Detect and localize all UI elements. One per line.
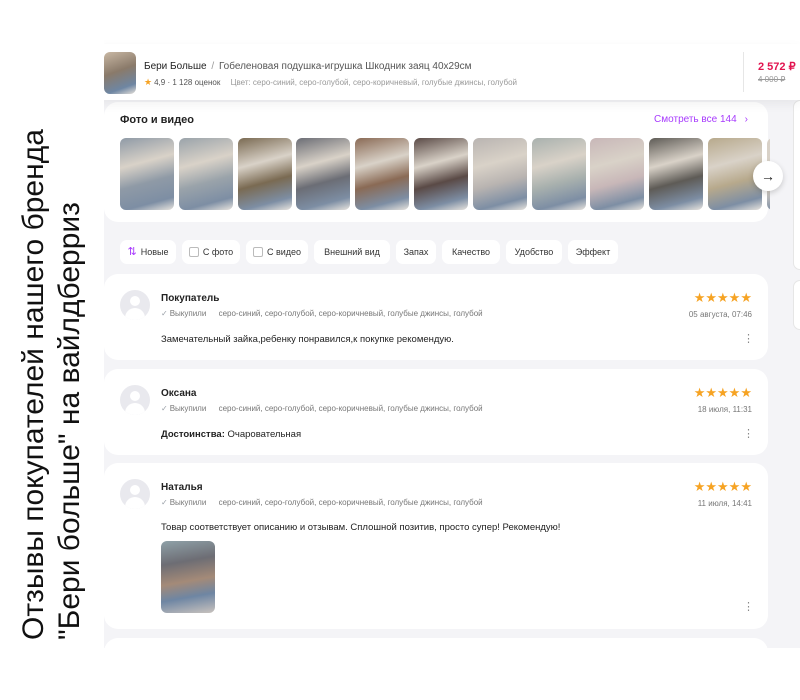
rating-star-icon: ★ xyxy=(144,77,153,87)
bought-colors: серо-синий, серо-голубой, серо-коричневы… xyxy=(218,404,483,413)
review-text: Замечательный зайка,ребенку понравился,к… xyxy=(161,334,454,345)
photo-thumbnail[interactable] xyxy=(120,138,174,210)
brand-link[interactable]: Бери Больше xyxy=(144,61,207,72)
photo-row xyxy=(120,138,770,210)
filter-comfort[interactable]: Удобство xyxy=(506,240,562,264)
rating-stars: ★★★★★ xyxy=(693,290,752,305)
product-meta: ★ 4,9 · 1 128 оценок Цвет: серо-синий, се… xyxy=(144,77,517,88)
filter-label: Новые xyxy=(140,247,169,257)
review-date: 05 августа, 07:46 xyxy=(688,310,752,319)
rating-stars: ★★★★★ xyxy=(693,385,752,400)
product-name: Гобеленовая подушка-игрушка Шкодник заяц… xyxy=(218,61,472,72)
photo-thumbnail[interactable] xyxy=(178,138,233,210)
photo-thumbnail[interactable] xyxy=(649,138,704,210)
review-card: Оксана ✓ Выкупили серо-синий, серо-голубо… xyxy=(104,369,768,455)
avatar xyxy=(120,385,150,415)
check-icon: ✓ xyxy=(161,404,168,413)
see-all-label: Смотреть все 144 xyxy=(654,114,737,125)
bought-colors: серо-синий, серо-голубой, серо-коричневы… xyxy=(218,309,483,318)
more-options-icon[interactable]: ⋮ xyxy=(743,429,754,440)
current-price: 2 572 ₽ xyxy=(758,61,796,73)
photo-thumbnail[interactable] xyxy=(296,138,351,210)
pros-label: Достоинства: xyxy=(161,429,225,440)
photos-card: Фото и видео Смотреть все 144 › → xyxy=(104,102,783,222)
photo-thumbnail[interactable] xyxy=(237,138,292,210)
purchase-info: ✓ Выкупили серо-синий, серо-голубой, серо… xyxy=(161,309,483,318)
photo-thumbnail[interactable] xyxy=(414,138,468,210)
filter-with-photo[interactable]: С фото xyxy=(182,240,240,264)
bought-label: Выкупили xyxy=(169,404,207,413)
reviewer-name: Наталья xyxy=(161,482,203,493)
review-text: Достоинства: Очаровательная xyxy=(161,429,301,440)
check-icon: ✓ xyxy=(161,309,168,318)
review-card: Наталья ✓ Выкупили серо-синий, серо-голуб… xyxy=(104,463,768,629)
filter-appearance[interactable]: Внешний вид xyxy=(314,240,390,264)
bought-label: Выкупили xyxy=(169,498,207,507)
pros-text: Очаровательная xyxy=(227,429,302,440)
filter-quality[interactable]: Качество xyxy=(442,240,500,264)
review-date: 18 июля, 11:31 xyxy=(697,405,752,414)
ratings-count[interactable]: · 1 128 оценок xyxy=(167,78,220,87)
reviewer-name: Покупатель xyxy=(161,293,220,304)
photo-thumbnail[interactable] xyxy=(531,138,586,210)
bought-colors: серо-синий, серо-голубой, серо-коричневы… xyxy=(218,498,483,507)
more-options-icon[interactable]: ⋮ xyxy=(743,334,754,345)
review-photo[interactable] xyxy=(161,541,215,613)
filter-smell[interactable]: Запах xyxy=(396,240,436,264)
see-all-photos-link[interactable]: Смотреть все 144 › xyxy=(654,114,748,125)
photos-title: Фото и видео xyxy=(120,114,195,126)
purchase-info: ✓ Выкупили серо-синий, серо-голубой, серо… xyxy=(161,498,483,507)
filter-with-video[interactable]: С видео xyxy=(246,240,308,264)
rating-stars: ★★★★★ xyxy=(693,479,752,494)
photo-thumbnail[interactable] xyxy=(355,138,410,210)
price-divider xyxy=(743,52,744,92)
checkbox-icon xyxy=(188,247,199,257)
avatar xyxy=(120,290,150,320)
review-text: Товар соответствует описанию и отзывам. … xyxy=(161,522,561,533)
filter-label: С фото xyxy=(202,247,234,257)
filter-label: С видео xyxy=(266,247,302,257)
filter-newest[interactable]: ⇅ Новые xyxy=(120,240,176,264)
bought-label: Выкупили xyxy=(169,309,207,318)
page: Бери Больше / Гобеленовая подушка-игрушк… xyxy=(0,0,800,700)
checkbox-icon xyxy=(252,247,263,257)
reviewer-name: Оксана xyxy=(161,388,197,399)
product-title: Бери Больше / Гобеленовая подушка-игрушк… xyxy=(144,61,472,72)
filter-effect[interactable]: Эффект xyxy=(568,240,618,264)
title-separator: / xyxy=(211,61,215,72)
check-icon: ✓ xyxy=(161,498,168,507)
old-price: 4 000 ₽ xyxy=(758,75,786,84)
product-rating: 4,9 xyxy=(154,78,166,87)
side-panel-edge xyxy=(793,100,800,270)
review-card: Покупатель ✓ Выкупили серо-синий, серо-го… xyxy=(104,274,768,360)
sort-icon: ⇅ xyxy=(127,246,137,258)
photo-thumbnail[interactable] xyxy=(590,138,645,210)
chevron-right-icon: › xyxy=(744,114,748,125)
product-colors: Цвет: серо-синий, серо-голубой, серо-кор… xyxy=(230,78,518,87)
arrow-right-icon[interactable]: → xyxy=(753,161,783,191)
more-options-icon[interactable]: ⋮ xyxy=(743,602,754,613)
product-header: Бери Больше / Гобеленовая подушка-игрушк… xyxy=(96,44,800,100)
avatar xyxy=(120,479,150,509)
side-caption: Отзывы покупателей нашего бренда "Бери б… xyxy=(17,129,86,640)
side-panel-edge xyxy=(793,280,800,330)
photo-thumbnail[interactable] xyxy=(472,138,527,210)
reviews-feed: Фото и видео Смотреть все 144 › → ⇅ Новые … xyxy=(96,100,800,678)
caption-area: Отзывы покупателей нашего бренда "Бери б… xyxy=(0,0,104,700)
product-thumbnail[interactable] xyxy=(104,52,136,94)
review-date: 11 июля, 14:41 xyxy=(697,499,752,508)
review-card xyxy=(104,638,768,678)
purchase-info: ✓ Выкупили серо-синий, серо-голубой, серо… xyxy=(161,404,483,413)
